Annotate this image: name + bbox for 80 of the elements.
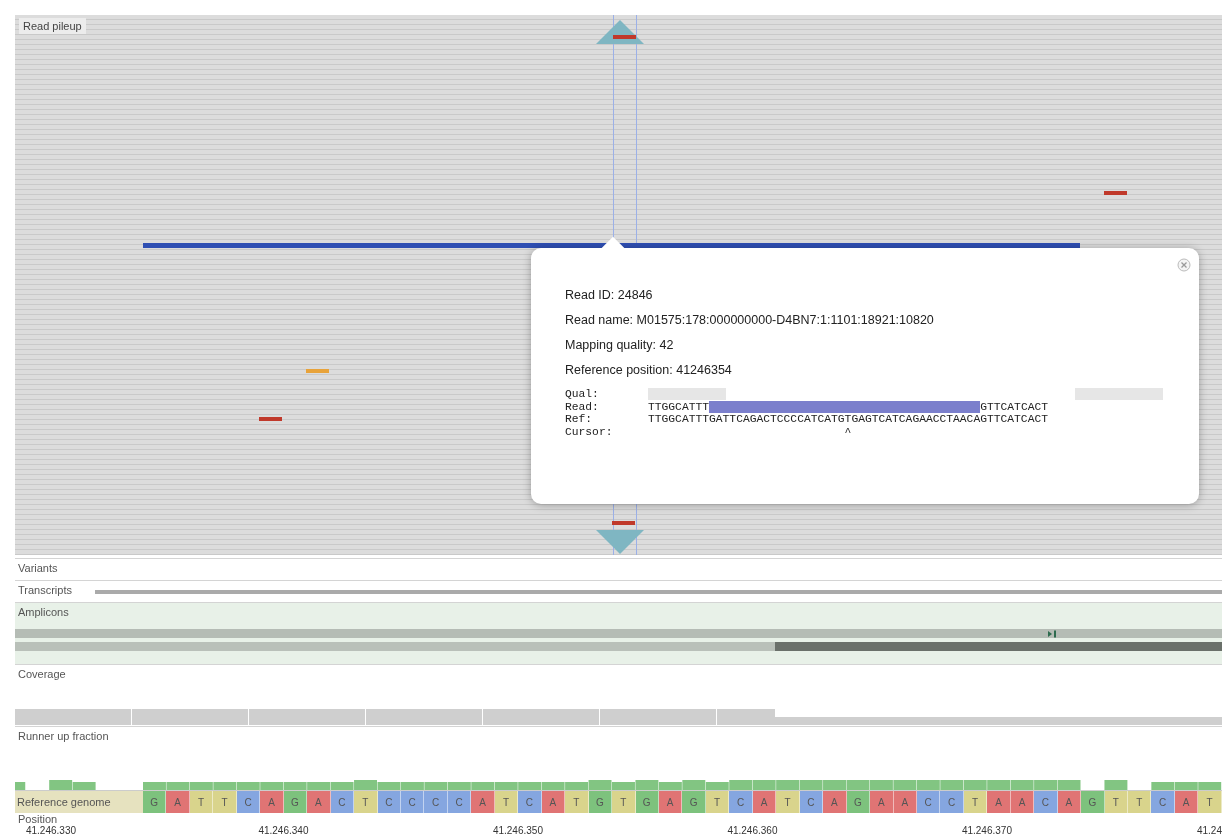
base-cell: A: [987, 791, 1011, 813]
position-tick-label: 41.246.360: [727, 825, 778, 836]
base-cell: A: [752, 791, 777, 813]
base-cell: A: [1057, 791, 1082, 813]
alignment-label: Qual:: [565, 388, 600, 401]
base-cell: T: [213, 791, 237, 813]
base-cell: C: [1034, 791, 1058, 813]
base-cell: A: [307, 791, 331, 813]
base-cell: T: [189, 791, 214, 813]
scroll-down-icon[interactable]: [596, 530, 644, 554]
read-info-line: Reference position: 41246354: [565, 363, 732, 377]
base-cell: T: [494, 791, 519, 813]
base-cell: G: [682, 791, 706, 813]
base-cell: G: [283, 791, 308, 813]
base-cell: T: [1198, 791, 1222, 813]
track-label: Reference genome: [15, 791, 143, 813]
base-cell: C: [330, 791, 355, 813]
base-cell: C: [916, 791, 941, 813]
base-cell: T: [963, 791, 988, 813]
base-cell: A: [893, 791, 917, 813]
base-cell: C: [1151, 791, 1175, 813]
base-cell: C: [447, 791, 472, 813]
position-tick-label: 41.246.330: [25, 825, 77, 836]
base-cell: T: [565, 791, 589, 813]
position-tick-label: 41.246.340: [258, 825, 309, 836]
base-cell: A: [658, 791, 683, 813]
read-info-line: Read name: M01575:178:000000000-D4BN7:1:1101:18921:10820: [565, 313, 934, 327]
cursor-marker: ^: [843, 425, 852, 438]
close-icon[interactable]: [1177, 258, 1191, 272]
mismatch-mark: [612, 521, 635, 525]
base-cell: A: [870, 791, 894, 813]
base-cell: A: [166, 791, 190, 813]
base-cell: T: [705, 791, 730, 813]
base-cell: T: [612, 791, 636, 813]
play-end-icon: [1047, 630, 1057, 638]
read-sequence: GTTCATCACT: [980, 400, 1048, 413]
mismatch-mark: [306, 369, 329, 373]
track-label: Coverage: [18, 668, 66, 680]
base-cell: C: [401, 791, 425, 813]
base-cell: C: [518, 791, 542, 813]
base-cell: T: [776, 791, 800, 813]
base-cell: C: [799, 791, 824, 813]
base-cell: C: [940, 791, 964, 813]
position-tick-label: 41.246.350: [492, 825, 543, 836]
reference-sequence: TTGGCATTTGATTCAGACTCCCCATCATGTGAGTCATCAGAACCTAACAGTTCATCACT: [648, 413, 1048, 426]
base-cell: A: [260, 791, 284, 813]
position-tick-label: 41.24: [1196, 825, 1222, 836]
base-cell: T: [1104, 791, 1129, 813]
track-label: Variants: [18, 562, 58, 574]
base-cell: G: [635, 791, 659, 813]
mismatch-mark: [1104, 191, 1127, 195]
read-sequence: TTGGCATTT: [648, 400, 709, 413]
base-cell: A: [1174, 791, 1199, 813]
base-cell: G: [588, 791, 613, 813]
position-tick-label: 41.246.370: [961, 825, 1012, 836]
base-cell: T: [1128, 791, 1152, 813]
track-label: Transcripts: [18, 584, 72, 596]
track-label: Position: [18, 813, 58, 825]
base-cell: A: [541, 791, 566, 813]
base-cell: A: [1010, 791, 1035, 813]
mismatch-mark: [613, 35, 636, 39]
base-cell: G: [846, 791, 871, 813]
base-cell: G: [1081, 791, 1105, 813]
alignment-label: Ref:: [565, 413, 594, 426]
base-cell: A: [823, 791, 847, 813]
base-cell: C: [424, 791, 448, 813]
alignment-label: Cursor:: [565, 425, 614, 438]
track-label: Read pileup: [19, 18, 86, 34]
read-info-line: Mapping quality: 42: [565, 338, 674, 352]
base-cell: C: [729, 791, 753, 813]
mismatch-mark: [259, 417, 282, 421]
track-label: Runner up fraction: [18, 730, 109, 742]
read-info-line: Read ID: 24846: [565, 288, 653, 302]
base-cell: C: [236, 791, 261, 813]
track-label: Amplicons: [18, 606, 69, 618]
base-cell: C: [377, 791, 401, 813]
base-cell: A: [471, 791, 495, 813]
alignment-label: Read:: [565, 400, 600, 413]
base-cell: T: [354, 791, 378, 813]
base-cell: G: [143, 791, 167, 813]
